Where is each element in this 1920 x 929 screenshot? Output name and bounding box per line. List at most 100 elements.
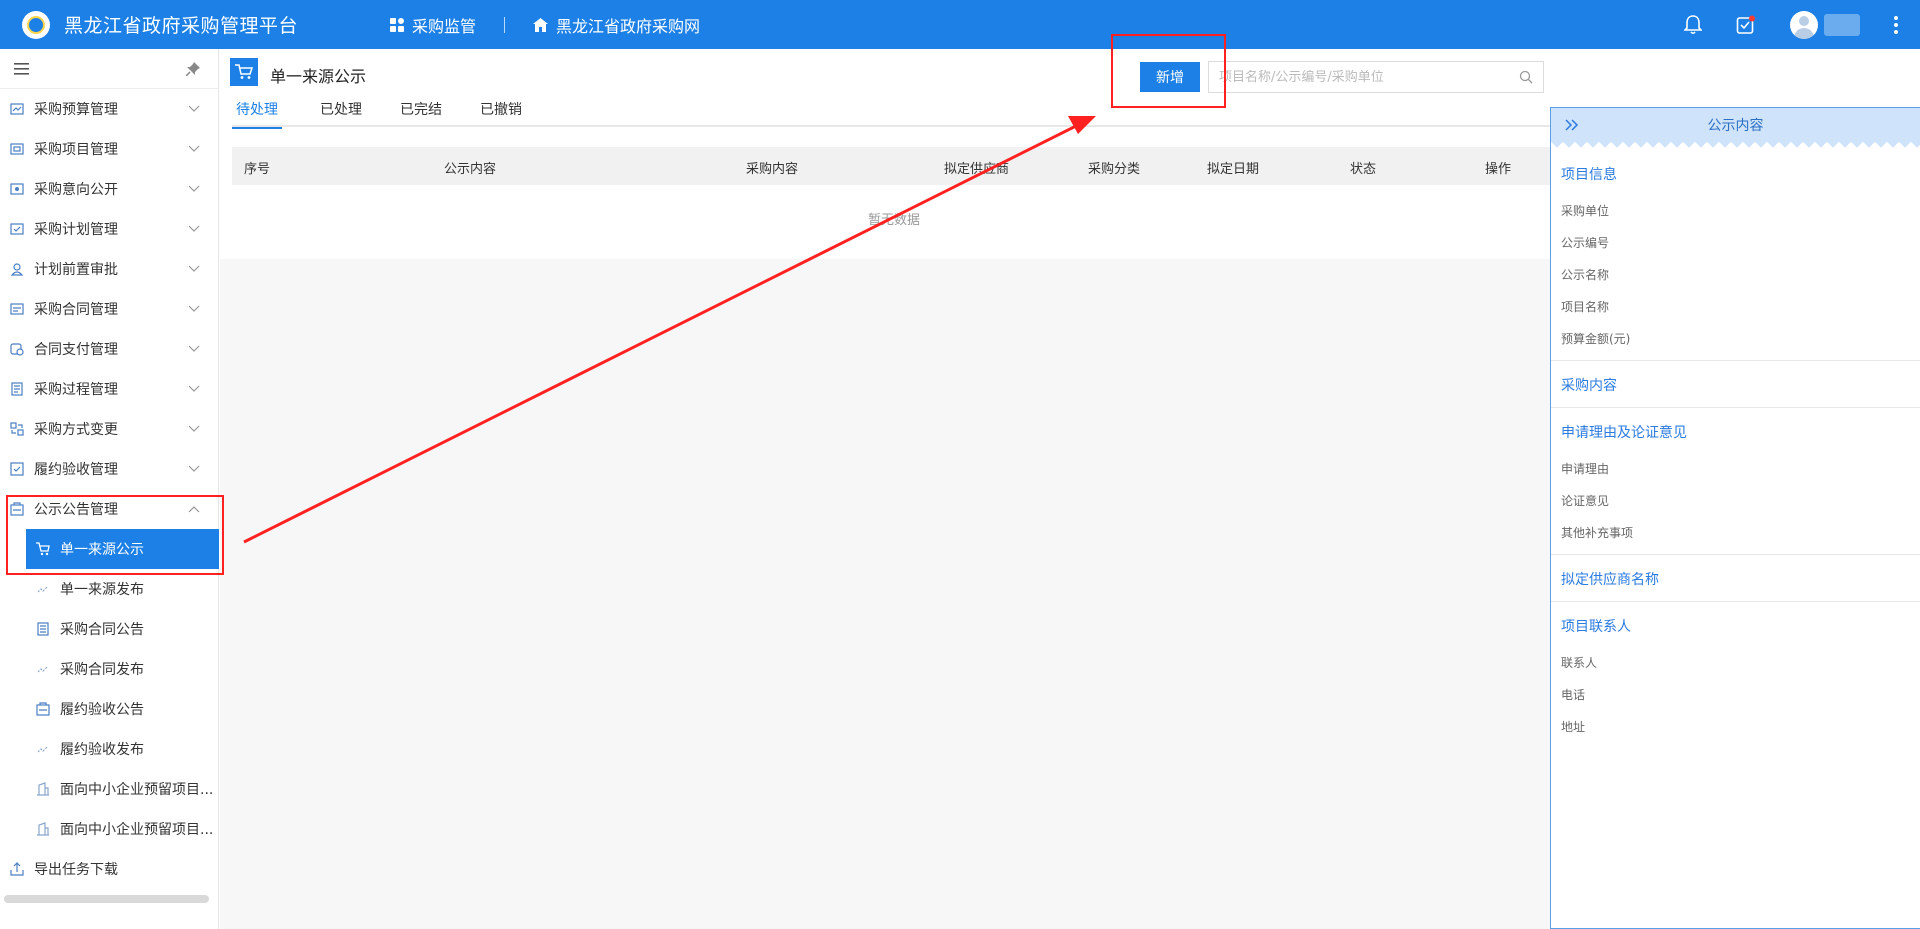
empty-state-text: 暂无数据 — [868, 213, 921, 228]
sidebar-subitem-acceptance-notice[interactable]: 履约验收公告 — [0, 689, 218, 729]
column-header-proposed-supplier: 拟定供应商 — [944, 162, 1010, 177]
panel-title: 公示内容 — [1707, 118, 1764, 134]
double-chevron-right-icon[interactable] — [1565, 119, 1579, 131]
chevron-down-icon — [188, 385, 200, 392]
field-label: 项目名称 — [1561, 299, 1610, 314]
chevron-down-icon — [188, 345, 200, 352]
payment-icon — [10, 343, 24, 356]
sidebar-item-plan[interactable]: 采购计划管理 — [0, 209, 218, 249]
sidebar-subitem-sme-reserved-1[interactable]: 面向中小企业预留项目... — [0, 769, 218, 809]
sidebar-subitem-acceptance-publish[interactable]: 履约验收发布 — [0, 729, 218, 769]
sidebar-subitem-sme-reserved-2[interactable]: 面向中小企业预留项目... — [0, 809, 218, 849]
method-change-icon — [10, 422, 24, 436]
tabs-divider — [232, 125, 1550, 127]
user-menu[interactable] — [1790, 10, 1860, 39]
sidebar-item-process[interactable]: 采购过程管理 — [0, 369, 218, 409]
sidebar-item-method-change[interactable]: 采购方式变更 — [0, 409, 218, 449]
page-title: 单一来源公示 — [270, 67, 367, 86]
publish-icon — [37, 585, 49, 593]
nav-item-supervision[interactable]: 采购监管 — [390, 13, 476, 37]
approval-icon — [10, 263, 24, 276]
section-reasons: 申请理由及论证意见 申请理由 论证意见 其他补充事项 — [1551, 408, 1920, 555]
column-header-actions: 操作 — [1485, 162, 1512, 177]
sidebar-item-project[interactable]: 采购项目管理 — [0, 129, 218, 169]
top-bar: 黑龙江省政府采购管理平台 采购监管 黑龙江省政府采购网 — [0, 0, 1920, 49]
process-icon — [11, 382, 23, 396]
budget-icon — [10, 103, 24, 115]
column-header-procurement-content: 采购内容 — [746, 162, 799, 177]
more-vertical-icon[interactable] — [1894, 15, 1898, 34]
home-icon — [533, 17, 549, 32]
user-name-redacted — [1824, 13, 1860, 36]
panel-header-zigzag — [1551, 142, 1920, 150]
chevron-down-icon — [188, 265, 200, 272]
column-header-status: 状态 — [1350, 162, 1377, 177]
column-header-proposed-date: 拟定日期 — [1207, 162, 1260, 177]
nav-item-label: 黑龙江省政府采购网 — [556, 16, 701, 36]
project-icon — [10, 143, 24, 155]
sidebar-subitem-single-source-publish[interactable]: 单一来源发布 — [0, 569, 218, 609]
highlight-box-sidebar — [6, 495, 224, 575]
publish-icon — [37, 745, 49, 753]
sidebar-item-payment[interactable]: 合同支付管理 — [0, 329, 218, 369]
grid-icon — [390, 17, 405, 32]
sidebar: 采购预算管理 采购项目管理 采购意向公开 采购计划管理 计划前置审批 采购合同管… — [0, 49, 219, 929]
task-check-icon[interactable] — [1736, 15, 1756, 35]
search-box — [1208, 61, 1544, 93]
section-title: 拟定供应商名称 — [1561, 572, 1659, 588]
hamburger-menu-icon[interactable] — [14, 62, 29, 75]
notice-content-panel: 公示内容 项目信息 采购单位 公示编号 公示名称 项目名称 预算金额(元) 采购… — [1550, 107, 1920, 929]
chevron-down-icon — [188, 145, 200, 152]
list-panel: 单一来源公示 待处理 已处理 已完结 已撤销 新增 序号 公示内容 采购内容 拟… — [220, 49, 1550, 259]
section-title: 项目信息 — [1561, 167, 1617, 183]
chevron-down-icon — [188, 425, 200, 432]
field-label: 其他补充事项 — [1561, 525, 1634, 540]
section-project-info: 项目信息 采购单位 公示编号 公示名称 项目名称 预算金额(元) — [1551, 150, 1920, 361]
column-header-notice-content: 公示内容 — [444, 162, 497, 177]
search-icon[interactable] — [1519, 70, 1533, 84]
chevron-down-icon — [188, 465, 200, 472]
sidebar-menu: 采购预算管理 采购项目管理 采购意向公开 采购计划管理 计划前置审批 采购合同管… — [0, 89, 219, 889]
plan-icon — [10, 223, 24, 235]
section-title: 申请理由及论证意见 — [1561, 425, 1687, 441]
sidebar-item-export[interactable]: 导出任务下载 — [0, 849, 218, 889]
top-right-actions — [1684, 0, 1898, 49]
sidebar-horizontal-scrollbar[interactable] — [4, 895, 209, 903]
sidebar-item-intent[interactable]: 采购意向公开 — [0, 169, 218, 209]
page-header: 单一来源公示 — [230, 57, 366, 87]
sidebar-subitem-contract-publish[interactable]: 采购合同发布 — [0, 649, 218, 689]
column-header-index: 序号 — [244, 162, 271, 177]
app-title: 黑龙江省政府采购管理平台 — [64, 15, 299, 37]
user-avatar-icon — [1790, 10, 1818, 39]
building-icon — [37, 822, 49, 836]
panel-header: 公示内容 — [1551, 108, 1920, 142]
sidebar-item-budget[interactable]: 采购预算管理 — [0, 89, 218, 129]
bell-icon[interactable] — [1684, 14, 1702, 35]
sidebar-item-pre-approval[interactable]: 计划前置审批 — [0, 249, 218, 289]
pin-icon[interactable] — [186, 61, 200, 76]
chevron-down-icon — [188, 185, 200, 192]
column-header-category: 采购分类 — [1088, 162, 1141, 177]
chevron-down-icon — [188, 105, 200, 112]
contract-icon — [10, 303, 24, 315]
field-label: 论证意见 — [1561, 493, 1610, 508]
intent-icon — [10, 183, 24, 195]
section-proposed-supplier: 拟定供应商名称 — [1551, 555, 1920, 602]
sidebar-header — [0, 49, 218, 89]
chevron-down-icon — [188, 225, 200, 232]
field-label: 地址 — [1561, 719, 1586, 734]
sidebar-item-contract[interactable]: 采购合同管理 — [0, 289, 218, 329]
notice-icon — [36, 702, 50, 716]
export-icon — [10, 862, 24, 876]
nav-item-procurement-site[interactable]: 黑龙江省政府采购网 — [533, 13, 700, 37]
publish-icon — [37, 665, 49, 673]
sidebar-item-acceptance[interactable]: 履约验收管理 — [0, 449, 218, 489]
section-title: 采购内容 — [1561, 378, 1617, 394]
top-nav: 采购监管 黑龙江省政府采购网 — [390, 13, 700, 37]
search-input[interactable] — [1219, 69, 1519, 85]
document-icon — [37, 622, 49, 636]
sidebar-subitem-contract-notice[interactable]: 采购合同公告 — [0, 609, 218, 649]
field-label: 申请理由 — [1561, 461, 1610, 476]
cart-icon — [230, 58, 258, 86]
platform-logo-icon — [22, 10, 50, 39]
